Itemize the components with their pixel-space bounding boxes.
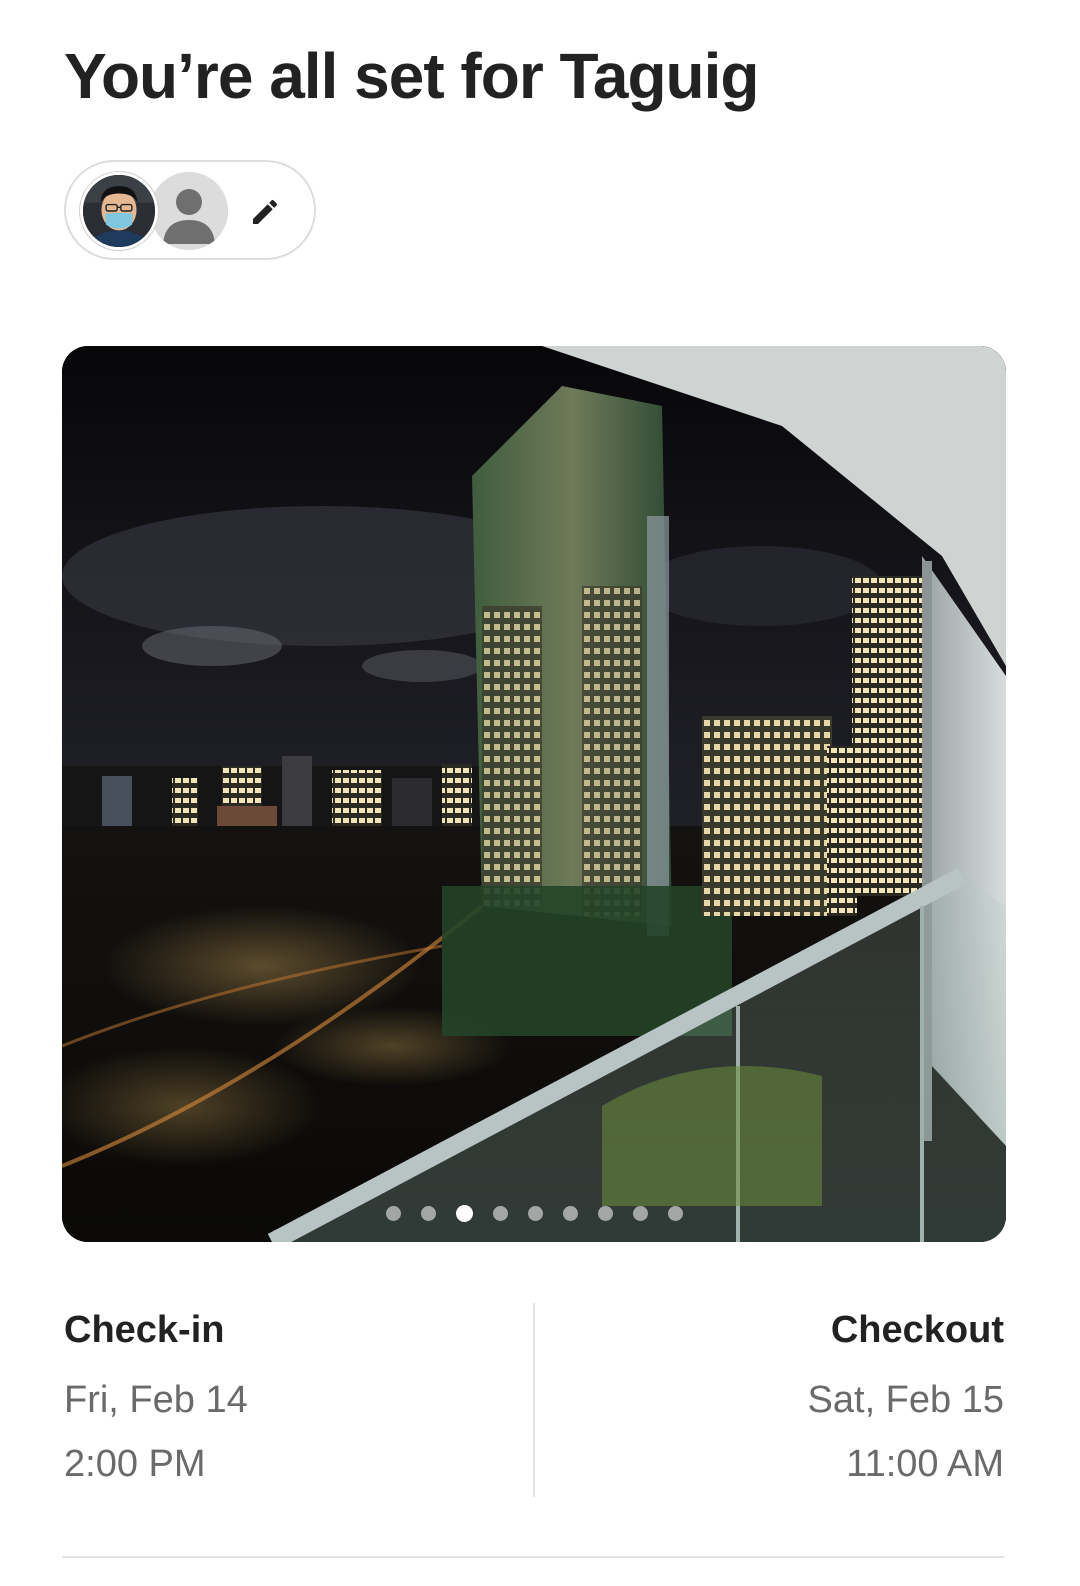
carousel-dot[interactable] xyxy=(420,1206,436,1221)
checkout-time: 11:00 AM xyxy=(846,1443,1004,1485)
carousel-dot[interactable] xyxy=(385,1206,401,1221)
carousel-dots[interactable] xyxy=(62,1205,1006,1222)
host-avatar xyxy=(80,172,158,250)
section-divider xyxy=(62,1556,1004,1558)
guests-edit-button[interactable] xyxy=(64,160,316,260)
page-title: You’re all set for Taguig xyxy=(64,40,759,112)
guest-avatar xyxy=(150,172,228,250)
checkout-date: Sat, Feb 15 xyxy=(807,1379,1004,1421)
carousel-dot[interactable] xyxy=(667,1206,683,1221)
checkout-details: Checkout Sat, Feb 15 11:00 AM xyxy=(808,1302,1004,1496)
checkin-date: Fri, Feb 14 xyxy=(64,1379,248,1421)
divider xyxy=(533,1303,535,1497)
user-photo-avatar-icon xyxy=(83,175,155,247)
carousel-dot[interactable] xyxy=(562,1206,578,1221)
checkin-label: Check-in xyxy=(64,1309,225,1351)
pencil-icon[interactable] xyxy=(249,196,281,228)
carousel-dot[interactable] xyxy=(527,1206,543,1221)
listing-photo-carousel[interactable] xyxy=(62,346,1006,1242)
default-person-avatar-icon xyxy=(150,172,228,250)
night-city-balcony-photo xyxy=(62,346,1006,1242)
carousel-dot[interactable] xyxy=(597,1206,613,1221)
carousel-dot-active[interactable] xyxy=(455,1205,473,1222)
checkin-details: Check-in Fri, Feb 14 2:00 PM xyxy=(64,1302,248,1496)
carousel-dot[interactable] xyxy=(632,1206,648,1221)
checkin-time: 2:00 PM xyxy=(64,1443,206,1485)
carousel-dot[interactable] xyxy=(492,1206,508,1221)
checkout-label: Checkout xyxy=(830,1309,1004,1351)
